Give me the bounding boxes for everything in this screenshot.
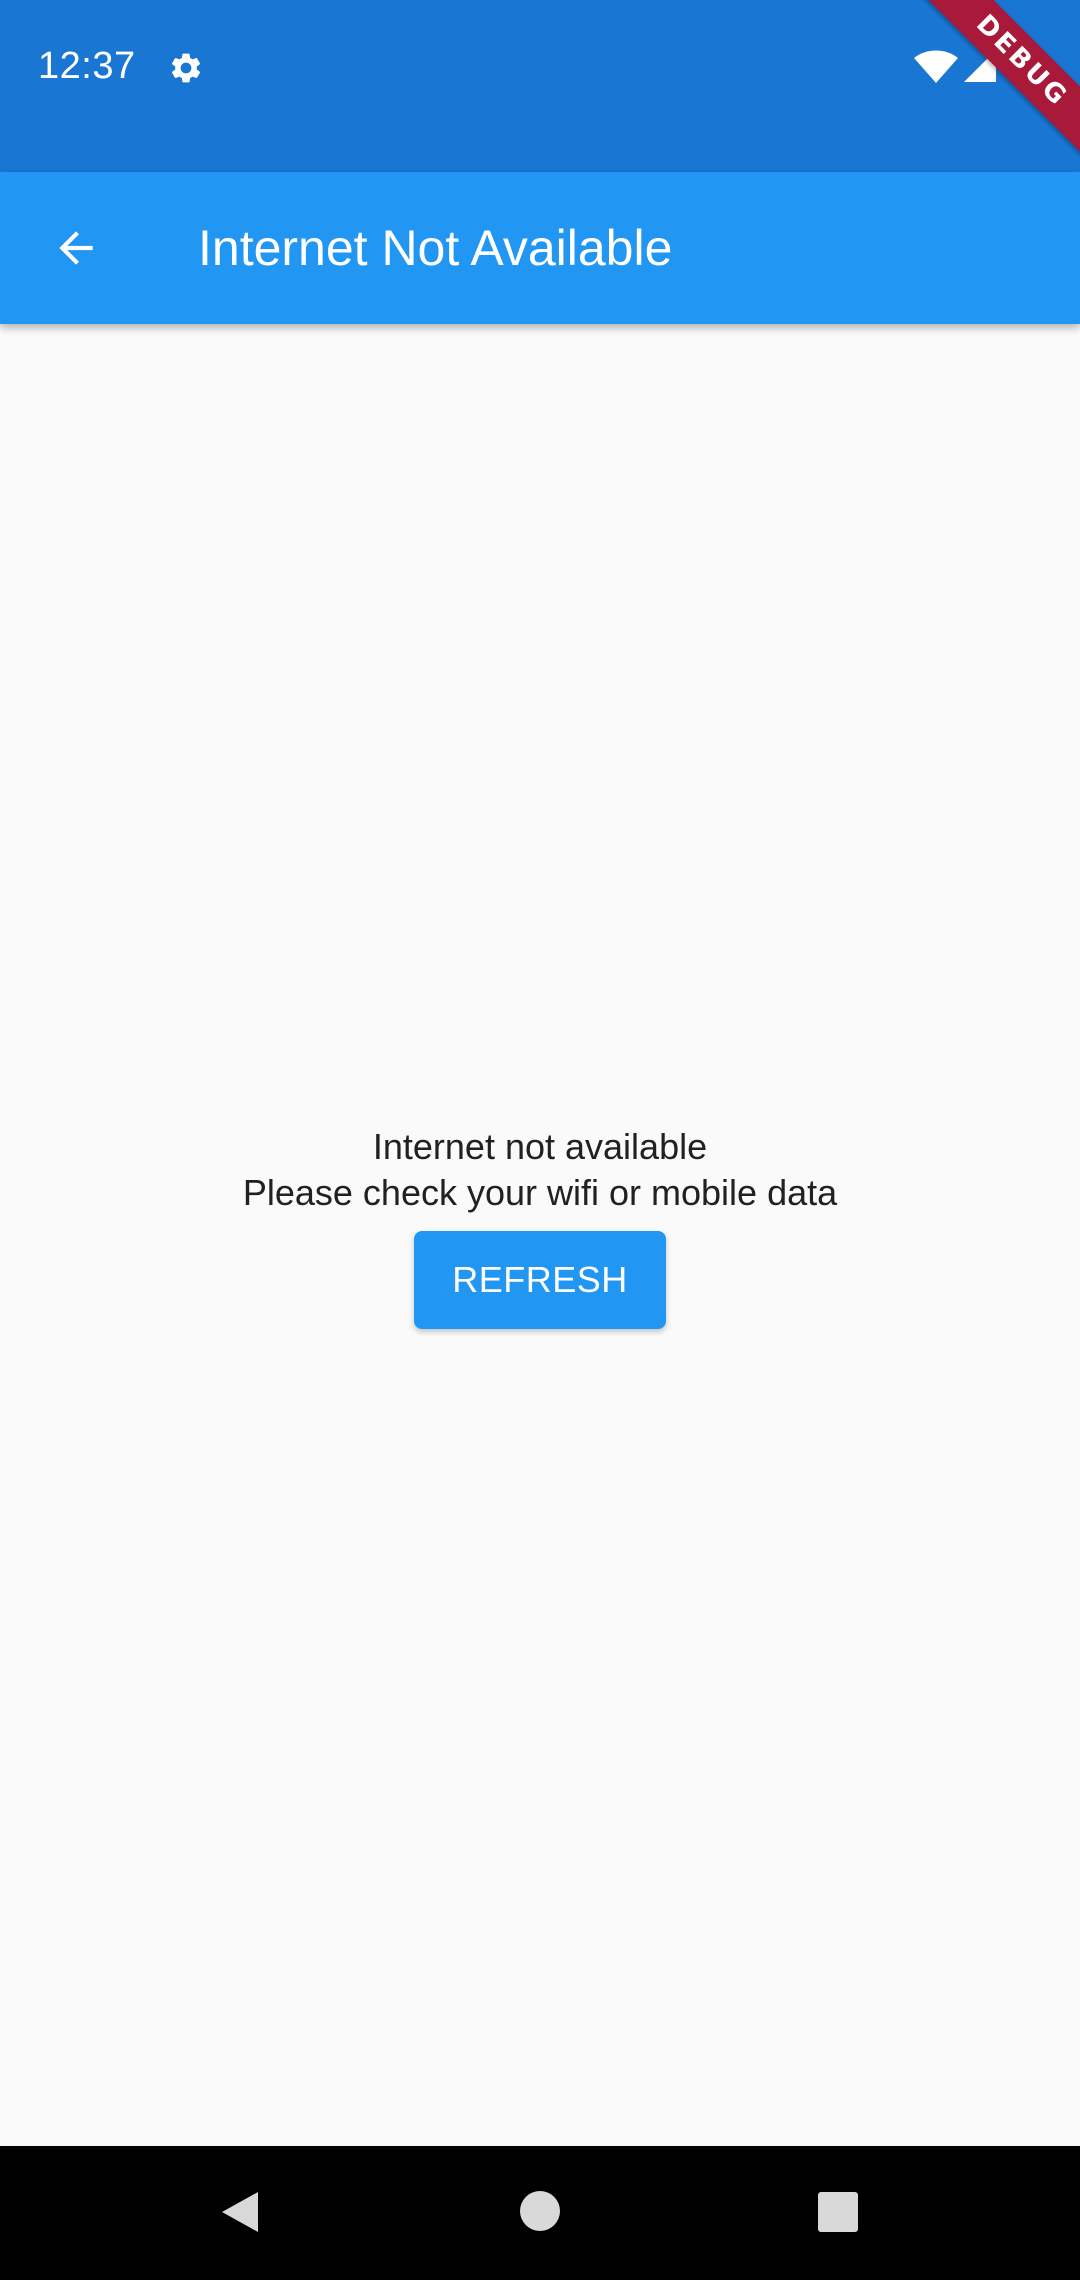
main-content: Internet not available Please check your… — [0, 324, 1080, 2146]
message-line-2: Please check your wifi or mobile data — [242, 1172, 838, 1213]
navigation-bar — [0, 2146, 1080, 2280]
nav-recents-icon[interactable] — [818, 2192, 858, 2232]
nav-home-icon[interactable] — [520, 2191, 560, 2231]
page-title: Internet Not Available — [198, 220, 673, 276]
offline-message: Internet not available Please check your… — [0, 1124, 1080, 1216]
gear-icon — [168, 50, 204, 86]
refresh-button[interactable]: REFRESH — [414, 1231, 666, 1329]
arrow-left-icon — [59, 231, 93, 265]
nav-back-icon[interactable] — [218, 2190, 262, 2234]
app-bar: Internet Not Available — [0, 172, 1080, 324]
back-button[interactable] — [32, 204, 120, 292]
status-bar: 12:37 — [0, 0, 1080, 172]
message-line-1: Internet not available — [372, 1126, 708, 1167]
status-time: 12:37 — [38, 45, 136, 87]
wifi-icon — [914, 50, 958, 84]
